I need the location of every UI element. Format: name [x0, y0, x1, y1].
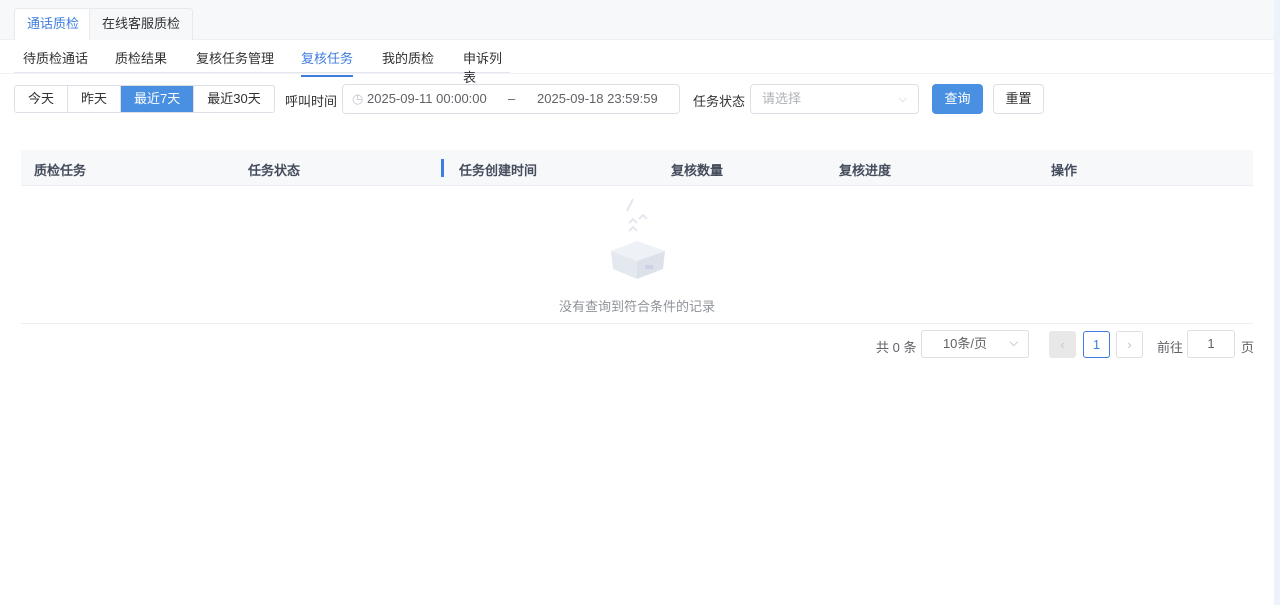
- table-bottom-border: [21, 323, 1253, 324]
- chevron-down-icon: ⌵: [898, 93, 907, 105]
- date-today[interactable]: 今天: [15, 86, 69, 112]
- status-select[interactable]: 请选择 ⌵: [750, 84, 919, 114]
- empty-message: 没有查询到符合条件的记录: [558, 299, 715, 314]
- prev-page-button[interactable]: ‹: [1049, 331, 1076, 358]
- col-created: 任务创建时间: [459, 163, 538, 178]
- date-yesterday[interactable]: 昨天: [68, 86, 122, 112]
- col-count: 复核数量: [671, 163, 724, 178]
- subtab-review-manage[interactable]: 复核任务管理: [196, 48, 274, 75]
- date-range-picker[interactable]: ◷ 2025-09-11 00:00:00 – 2025-09-18 23:59…: [342, 84, 680, 114]
- query-button[interactable]: 查询: [932, 84, 983, 114]
- date-last-7[interactable]: 最近7天: [121, 86, 195, 112]
- status-placeholder: 请选择: [762, 91, 802, 106]
- total-count: 共 0 条: [876, 340, 917, 355]
- range-separator: –: [508, 91, 516, 106]
- page-size-select[interactable]: 10条/页 ⌵: [921, 330, 1029, 358]
- tab-online-service-qc[interactable]: 在线客服质检: [89, 8, 194, 40]
- col-task: 质检任务: [34, 163, 87, 178]
- col-actions: 操作: [1051, 163, 1078, 178]
- tab-call-qc[interactable]: 通话质检: [14, 8, 93, 40]
- goto-page-input[interactable]: 1: [1187, 330, 1235, 358]
- top-tab-bar: 通话质检 在线客服质检: [0, 0, 1280, 40]
- call-time-label: 呼叫时间: [285, 94, 338, 109]
- end-date[interactable]: 2025-09-18 23:59:59: [537, 85, 658, 113]
- chevron-down-icon: ⌵: [1009, 337, 1018, 349]
- goto-label: 前往: [1157, 340, 1184, 355]
- subtab-results[interactable]: 质检结果: [115, 48, 167, 75]
- table-header: 质检任务 任务状态 任务创建时间 复核数量 复核进度 操作: [21, 150, 1253, 186]
- divider: [0, 73, 1280, 74]
- subtab-my-qc[interactable]: 我的质检: [382, 48, 434, 75]
- sub-nav: 待质检通话 质检结果 复核任务管理 复核任务 我的质检 申诉列表: [14, 40, 510, 85]
- next-page-button[interactable]: ›: [1116, 331, 1143, 358]
- empty-box-icon: [611, 198, 665, 279]
- subtab-pending[interactable]: 待质检通话: [23, 48, 88, 75]
- date-last-30[interactable]: 最近30天: [194, 86, 273, 112]
- scrollbar-track[interactable]: [1274, 0, 1280, 605]
- clock-icon: ◷: [352, 91, 364, 106]
- reset-button[interactable]: 重置: [993, 84, 1044, 114]
- page-suffix: 页: [1241, 340, 1255, 355]
- status-label: 任务状态: [693, 94, 746, 109]
- quick-date-group: 今天 昨天 最近7天 最近30天: [14, 85, 275, 113]
- start-date[interactable]: 2025-09-11 00:00:00: [367, 85, 487, 113]
- column-resize-handle[interactable]: [441, 159, 444, 177]
- page-1-button[interactable]: 1: [1083, 331, 1110, 358]
- col-progress: 复核进度: [839, 163, 892, 178]
- page-size-value: 10条/页: [942, 336, 988, 351]
- col-status: 任务状态: [248, 163, 301, 178]
